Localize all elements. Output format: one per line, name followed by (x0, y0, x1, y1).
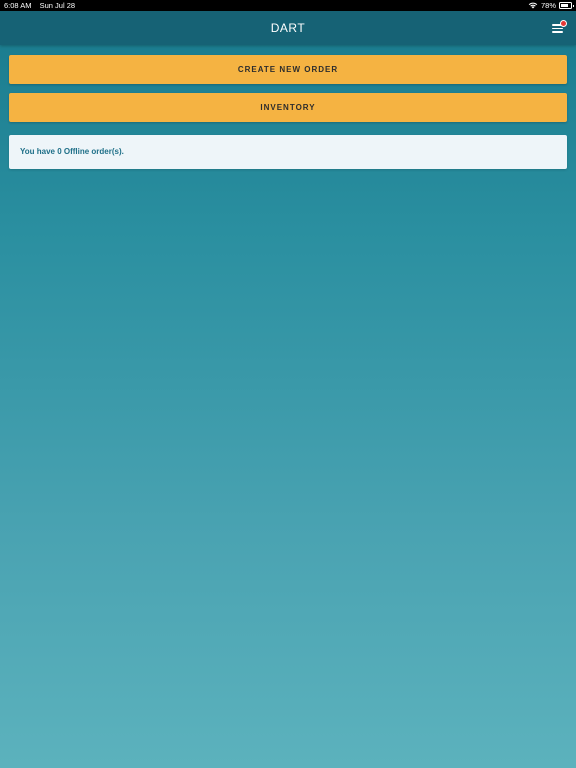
battery-level-fill (561, 4, 569, 7)
status-time: 6:08 AM (4, 1, 32, 10)
inventory-button[interactable]: INVENTORY (9, 93, 567, 122)
menu-bar-bottom (552, 31, 563, 33)
offline-orders-text: You have 0 Offline order(s). (20, 147, 124, 156)
status-bar: 6:08 AM Sun Jul 28 78% (0, 0, 576, 11)
offline-orders-card: You have 0 Offline order(s). (9, 135, 567, 169)
create-new-order-button[interactable]: CREATE NEW ORDER (9, 55, 567, 84)
wifi-icon (528, 2, 538, 9)
battery-percent: 78% (540, 1, 556, 10)
battery-icon (559, 2, 574, 9)
menu-button[interactable] (550, 20, 568, 36)
app-header: DART (0, 11, 576, 45)
status-date: Sun Jul 28 (39, 1, 76, 10)
notification-dot (560, 20, 567, 27)
menu-bar-middle (552, 27, 563, 29)
app-title: DART (270, 21, 306, 35)
status-left: 6:08 AM Sun Jul 28 (4, 0, 81, 11)
status-right: 78% (528, 0, 574, 11)
